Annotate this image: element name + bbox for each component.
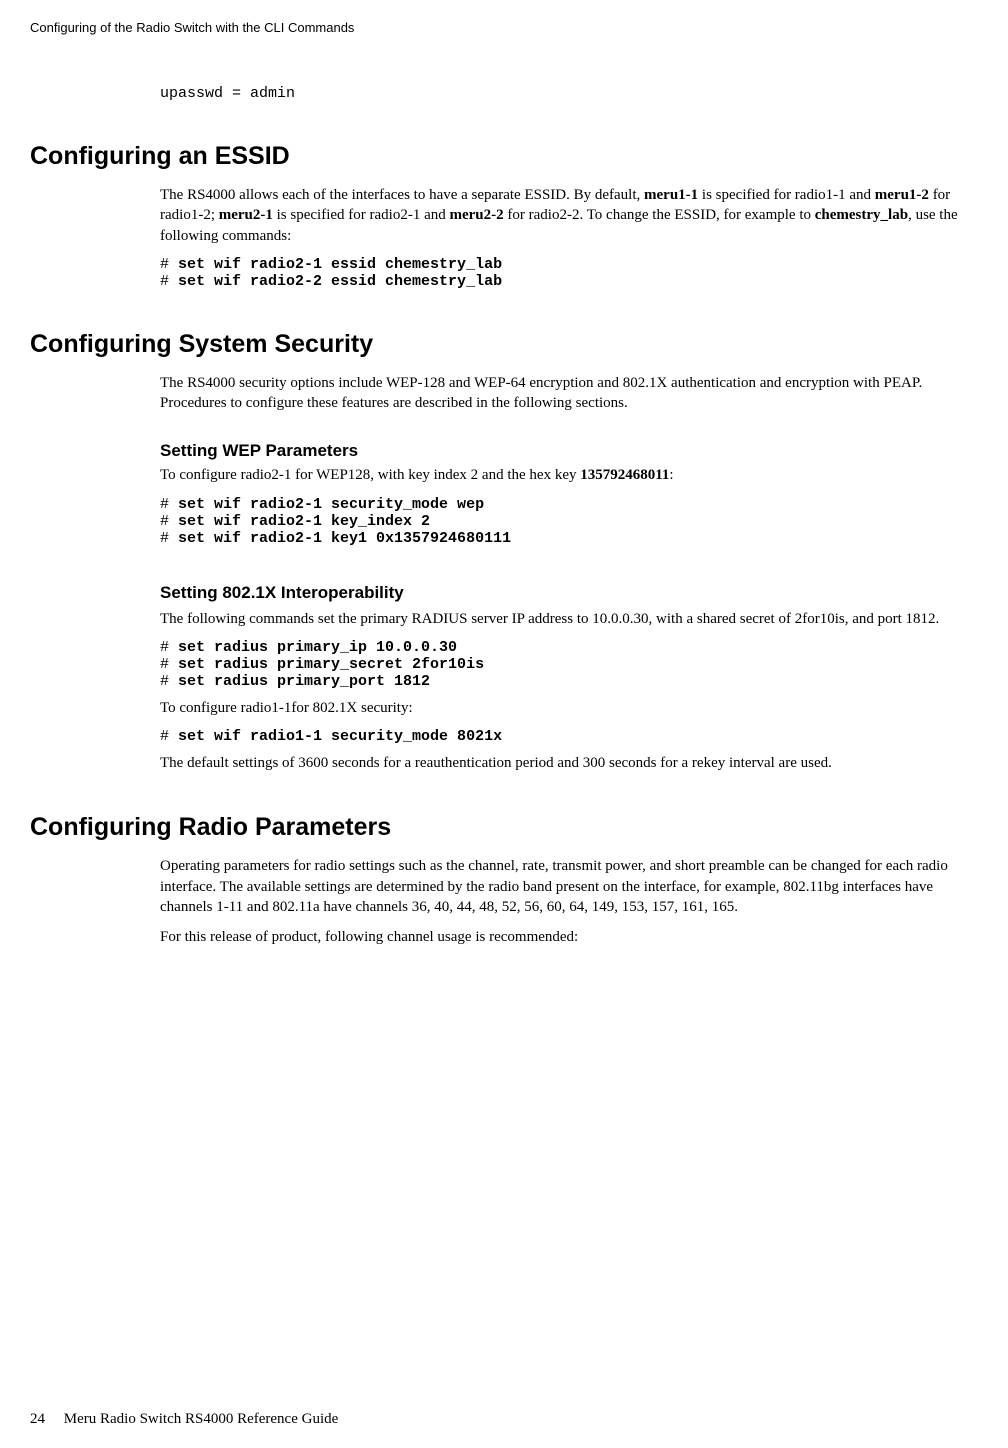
code-block: # set wif radio2-1 security_mode wep # s… <box>160 496 978 547</box>
bold-text: 135792468011 <box>580 467 669 483</box>
paragraph: The default settings of 3600 seconds for… <box>160 753 978 773</box>
text: is specified for radio1-1 and <box>698 187 875 203</box>
code-block: # set radius primary_ip 10.0.0.30 # set … <box>160 639 978 690</box>
paragraph: The RS4000 security options include WEP-… <box>160 373 978 414</box>
bold-text: meru1-1 <box>644 187 698 203</box>
prompt: # <box>160 728 178 745</box>
command: set radius primary_ip 10.0.0.30 <box>178 639 457 656</box>
code-line: upasswd = admin <box>160 85 978 102</box>
command: set wif radio1-1 security_mode 8021x <box>178 728 502 745</box>
text: To configure radio2-1 for WEP128, with k… <box>160 467 580 483</box>
paragraph: To configure radio1-1for 802.1X security… <box>160 698 978 718</box>
page-number: 24 <box>30 1411 45 1427</box>
command: set wif radio2-1 key1 0x1357924680111 <box>178 530 511 547</box>
section-title-radio-params: Configuring Radio Parameters <box>30 813 978 842</box>
bold-text: meru2-2 <box>450 207 504 223</box>
command: set wif radio2-1 security_mode wep <box>178 496 484 513</box>
footer-title: Meru Radio Switch RS4000 Reference Guide <box>64 1411 339 1427</box>
running-header: Configuring of the Radio Switch with the… <box>30 20 978 35</box>
command: set wif radio2-1 key_index 2 <box>178 513 430 530</box>
bold-text: meru2-1 <box>219 207 273 223</box>
prompt: # <box>160 273 178 290</box>
paragraph: Operating parameters for radio settings … <box>160 856 978 917</box>
command: set wif radio2-2 essid chemestry_lab <box>178 273 502 290</box>
command: set wif radio2-1 essid chemestry_lab <box>178 256 502 273</box>
prompt: # <box>160 513 178 530</box>
section-title-security: Configuring System Security <box>30 330 978 359</box>
subsection-title-8021x: Setting 802.1X Interoperability <box>160 583 978 603</box>
page-footer: 24 Meru Radio Switch RS4000 Reference Gu… <box>30 1411 338 1428</box>
code-block: # set wif radio2-1 essid chemestry_lab #… <box>160 256 978 290</box>
section-title-essid: Configuring an ESSID <box>30 142 978 171</box>
code-block: # set wif radio1-1 security_mode 8021x <box>160 728 978 745</box>
paragraph: The RS4000 allows each of the interfaces… <box>160 185 978 246</box>
prompt: # <box>160 639 178 656</box>
bold-text: chemestry_lab <box>815 207 908 223</box>
subsection-title-wep: Setting WEP Parameters <box>160 441 978 461</box>
command: set radius primary_port 1812 <box>178 673 430 690</box>
bold-text: meru1-2 <box>875 187 929 203</box>
paragraph: To configure radio2-1 for WEP128, with k… <box>160 465 978 485</box>
text: : <box>669 467 673 483</box>
text: is specified for radio2-1 and <box>273 207 450 223</box>
prompt: # <box>160 496 178 513</box>
command: set radius primary_secret 2for10is <box>178 656 484 673</box>
paragraph: For this release of product, following c… <box>160 927 978 947</box>
prompt: # <box>160 530 178 547</box>
footer-separator <box>49 1411 60 1427</box>
paragraph: The following commands set the primary R… <box>160 609 978 629</box>
prompt: # <box>160 673 178 690</box>
text: for radio2-2. To change the ESSID, for e… <box>504 207 815 223</box>
prompt: # <box>160 256 178 273</box>
text: The RS4000 allows each of the interfaces… <box>160 187 644 203</box>
prompt: # <box>160 656 178 673</box>
